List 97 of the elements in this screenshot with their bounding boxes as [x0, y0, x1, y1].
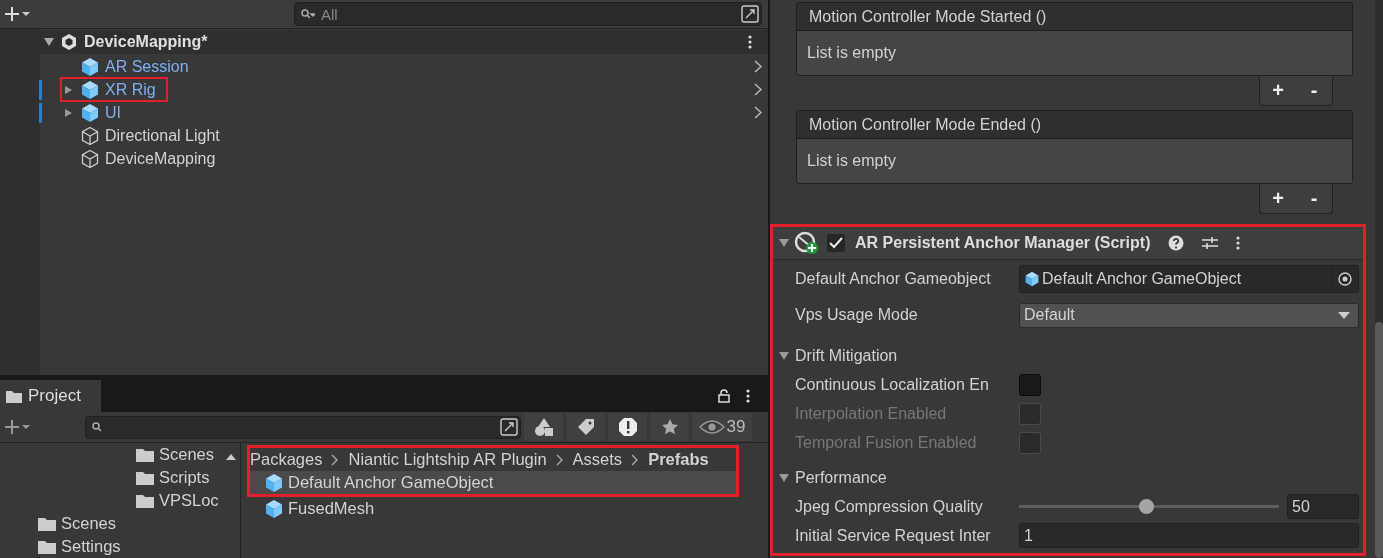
- expand-arrow-icon[interactable]: [779, 350, 789, 361]
- folder-icon: [38, 516, 56, 531]
- folder-item[interactable]: Scenes: [0, 443, 222, 466]
- script-icon: [793, 231, 821, 255]
- tag-icon: [576, 418, 595, 436]
- expand-arrow-icon[interactable]: [64, 84, 73, 95]
- field-label: Default Anchor Gameobject: [795, 270, 992, 288]
- asset-item[interactable]: FusedMesh: [247, 497, 768, 520]
- hierarchy-item[interactable]: UI: [60, 100, 133, 125]
- more-icon[interactable]: [746, 389, 750, 403]
- caret-icon: [1338, 311, 1350, 319]
- folder-item[interactable]: VPSLoc: [0, 489, 222, 512]
- label-filter-button[interactable]: [566, 413, 605, 441]
- section-header[interactable]: Drift Mitigation: [795, 346, 898, 365]
- field-label: Continuous Localization En: [795, 375, 990, 394]
- cube-icon: [264, 472, 284, 493]
- section-header[interactable]: Performance: [795, 468, 887, 487]
- breadcrumb-item[interactable]: Packages: [250, 450, 323, 469]
- expand-arrow-icon[interactable]: [44, 37, 54, 47]
- cube-icon: [80, 56, 100, 77]
- folder-icon: [6, 389, 22, 403]
- object-picker-icon[interactable]: [1338, 272, 1352, 286]
- cube-outline-icon: [80, 125, 100, 146]
- expand-arrow-icon[interactable]: [64, 107, 73, 118]
- remove-button[interactable]: -: [1296, 184, 1333, 214]
- remove-button[interactable]: -: [1296, 76, 1333, 106]
- expand-arrow-icon[interactable]: [779, 472, 789, 483]
- eye-icon: [698, 420, 725, 434]
- search-field[interactable]: [85, 415, 521, 439]
- favorites-button[interactable]: [650, 413, 689, 441]
- project-tab[interactable]: Project: [0, 380, 101, 412]
- add-button[interactable]: +: [1259, 76, 1296, 106]
- search-options-icon[interactable]: [500, 417, 518, 436]
- search-field[interactable]: All: [294, 2, 762, 26]
- enabled-checkbox[interactable]: [827, 234, 845, 252]
- chevron-icon[interactable]: [754, 60, 762, 73]
- shapes-icon: [533, 417, 554, 437]
- object-field[interactable]: Default Anchor GameObject: [1019, 265, 1359, 293]
- tab-label: Project: [28, 386, 81, 406]
- folder-item[interactable]: Settings: [0, 535, 222, 558]
- field-label: Jpeg Compression Quality: [795, 497, 984, 516]
- hierarchy-item[interactable]: Directional Light: [60, 123, 232, 148]
- folder-item[interactable]: Scripts: [0, 466, 222, 489]
- folder-icon: [136, 470, 154, 485]
- help-icon[interactable]: [1168, 235, 1185, 251]
- chevron-icon[interactable]: [754, 83, 762, 96]
- cube-icon: [1024, 271, 1040, 287]
- number-field[interactable]: 50: [1287, 494, 1359, 519]
- folder-icon: [38, 539, 56, 554]
- field-label: Interpolation Enabled: [795, 404, 948, 423]
- filter-type-button[interactable]: [524, 413, 563, 441]
- visibility-toggle[interactable]: 39: [692, 413, 752, 441]
- empty-list-text: List is empty: [806, 151, 897, 171]
- event-title: Motion Controller Mode Started (): [797, 3, 1352, 31]
- cube-icon: [264, 498, 284, 519]
- empty-list-text: List is empty: [806, 43, 897, 63]
- slider-thumb[interactable]: [1139, 499, 1155, 514]
- checkbox[interactable]: [1019, 373, 1041, 396]
- lock-icon[interactable]: [718, 389, 730, 403]
- dropdown[interactable]: Default: [1019, 302, 1359, 328]
- search-options-icon[interactable]: [741, 5, 759, 23]
- scroll-up-icon[interactable]: [225, 453, 237, 461]
- add-button[interactable]: +: [1259, 184, 1296, 214]
- event-title: Motion Controller Mode Ended (): [797, 111, 1352, 139]
- hierarchy-item[interactable]: XR Rig: [60, 77, 168, 102]
- warning-filter-button[interactable]: [608, 413, 647, 441]
- chevron-icon[interactable]: [754, 106, 762, 119]
- field-label: Vps Usage Mode: [795, 306, 919, 324]
- more-icon[interactable]: [748, 35, 752, 49]
- expand-arrow-icon[interactable]: [779, 238, 789, 248]
- settings-sliders-icon[interactable]: [1202, 235, 1219, 251]
- folder-icon: [136, 493, 154, 508]
- number-field[interactable]: 1: [1019, 523, 1359, 548]
- field-label: Temporal Fusion Enabled: [795, 433, 978, 452]
- cube-outline-icon: [80, 148, 100, 169]
- folder-icon: [136, 447, 154, 462]
- chevron-icon: [555, 453, 564, 466]
- hierarchy-item[interactable]: DeviceMapping: [60, 146, 228, 171]
- search-icon: [92, 421, 102, 432]
- search-icon: [301, 9, 315, 19]
- hierarchy-item[interactable]: AR Session: [60, 54, 201, 79]
- cube-icon: [80, 102, 100, 123]
- chevron-icon: [631, 453, 640, 466]
- chevron-icon: [331, 453, 340, 466]
- unity-scene-icon: [60, 33, 78, 51]
- folder-item[interactable]: Scenes: [0, 512, 222, 535]
- more-icon[interactable]: [1236, 236, 1241, 250]
- breadcrumb-item[interactable]: Assets: [572, 450, 623, 469]
- field-label: Initial Service Request Inter: [795, 526, 992, 545]
- component-header[interactable]: AR Persistent Anchor Manager (Script): [773, 227, 1363, 260]
- breadcrumb-item[interactable]: Prefabs: [648, 450, 709, 469]
- asset-item[interactable]: Default Anchor GameObject: [250, 471, 736, 494]
- breadcrumb-item[interactable]: Niantic Lightship AR Plugin: [348, 450, 547, 469]
- star-icon: [660, 418, 679, 436]
- warning-icon: [617, 417, 638, 437]
- scrollbar-thumb[interactable]: [1375, 322, 1383, 558]
- cube-icon: [80, 79, 100, 100]
